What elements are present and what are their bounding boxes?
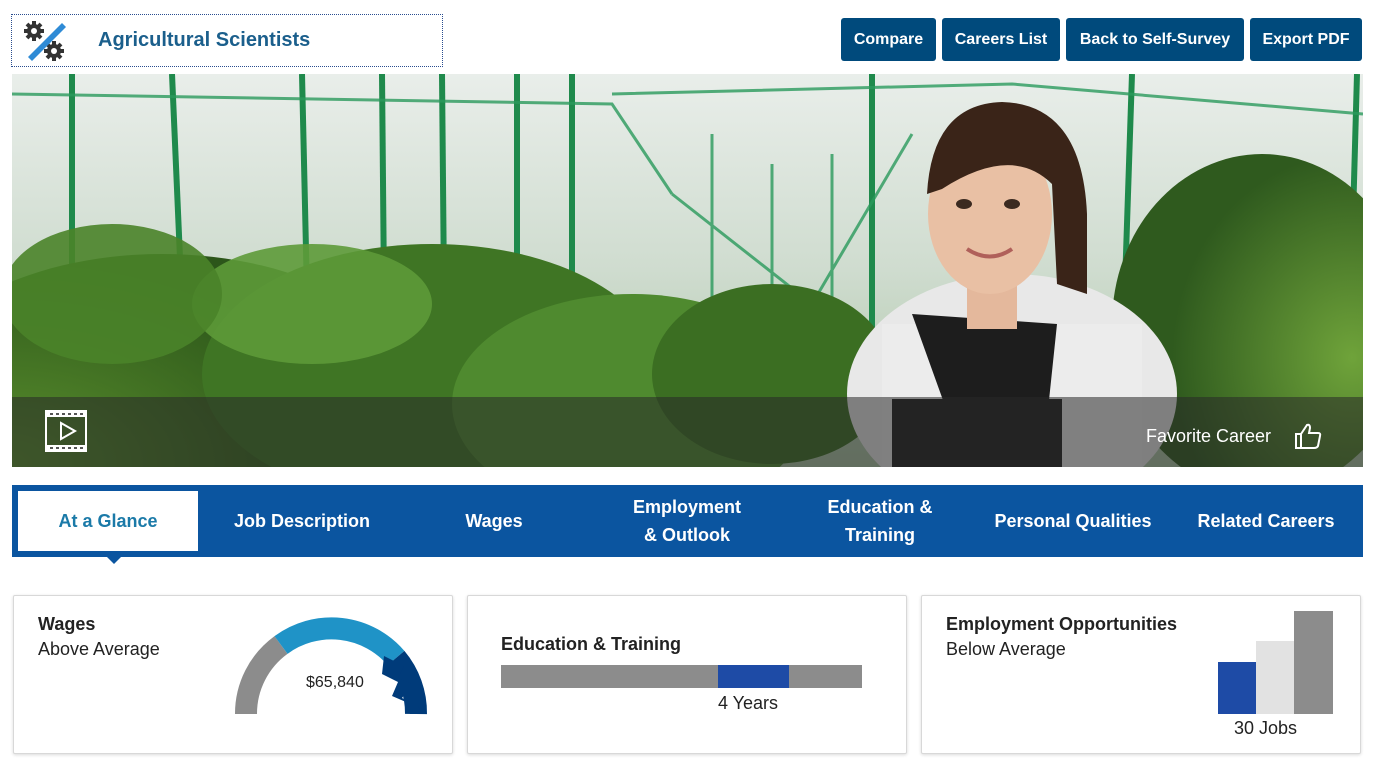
tab-label: Wages bbox=[465, 511, 523, 531]
wage-gauge bbox=[234, 617, 427, 715]
tab-related-careers[interactable]: Related Careers bbox=[1178, 485, 1354, 557]
wages-card-rating: Above Average bbox=[38, 639, 160, 659]
back-to-self-survey-button[interactable]: Back to Self-Survey bbox=[1066, 18, 1244, 61]
employment-bar-low bbox=[1218, 662, 1256, 714]
wages-card-title: Wages bbox=[38, 614, 96, 634]
wage-value: $65,840 bbox=[306, 674, 364, 691]
active-tab-pointer bbox=[104, 554, 124, 564]
careers-list-button[interactable]: Careers List bbox=[942, 18, 1060, 61]
favorite-career[interactable]: Favorite Career bbox=[1146, 421, 1323, 451]
wages-card[interactable]: Wages Above Average $65,840 bbox=[13, 595, 453, 754]
education-bar-marker bbox=[718, 665, 789, 688]
video-play-icon[interactable] bbox=[44, 409, 88, 453]
export-pdf-button[interactable]: Export PDF bbox=[1250, 18, 1362, 61]
hero-image: Favorite Career bbox=[12, 74, 1363, 467]
tab-label: Employment & Outlook bbox=[632, 497, 742, 545]
compare-button[interactable]: Compare bbox=[841, 18, 936, 61]
tab-label: Related Careers bbox=[1197, 511, 1335, 531]
gears-wrench-icon bbox=[20, 19, 68, 63]
tab-employment-outlook[interactable]: Employment & Outlook bbox=[582, 485, 792, 557]
favorite-career-label: Favorite Career bbox=[1145, 425, 1271, 446]
career-title-box: Agricultural Scientists bbox=[11, 14, 443, 67]
tab-bar: At a Glance Job Description Wages Employ… bbox=[12, 485, 1363, 564]
employment-jobs: 30 Jobs bbox=[1234, 718, 1298, 738]
employment-bar-high bbox=[1294, 611, 1333, 714]
employment-card-title: Employment Opportunities bbox=[946, 614, 1178, 634]
tab-label: Job Description bbox=[233, 511, 371, 531]
employment-card[interactable]: Employment Opportunities Below Average 3… bbox=[921, 595, 1361, 754]
tab-job-description[interactable]: Job Description bbox=[198, 485, 406, 557]
employment-bar-mid bbox=[1256, 641, 1294, 714]
page-title: Agricultural Scientists bbox=[98, 29, 311, 51]
tab-label: Education & Training bbox=[827, 497, 933, 545]
employment-card-rating: Below Average bbox=[946, 639, 1066, 659]
education-bar bbox=[501, 665, 862, 688]
tab-wages[interactable]: Wages bbox=[406, 485, 582, 557]
tab-at-a-glance[interactable]: At a Glance bbox=[18, 491, 198, 564]
tab-education-training[interactable]: Education & Training bbox=[792, 485, 968, 557]
tab-personal-qualities[interactable]: Personal Qualities bbox=[968, 485, 1178, 557]
tab-label: Personal Qualities bbox=[994, 511, 1152, 531]
education-card[interactable]: Education & Training 4 Years bbox=[467, 595, 907, 754]
education-card-title: Education & Training bbox=[501, 634, 682, 654]
tab-label: At a Glance bbox=[58, 511, 158, 531]
education-years: 4 Years bbox=[718, 693, 779, 713]
thumbs-up-icon[interactable] bbox=[1293, 421, 1323, 451]
header-actions: Compare Careers List Back to Self-Survey… bbox=[841, 18, 1362, 61]
